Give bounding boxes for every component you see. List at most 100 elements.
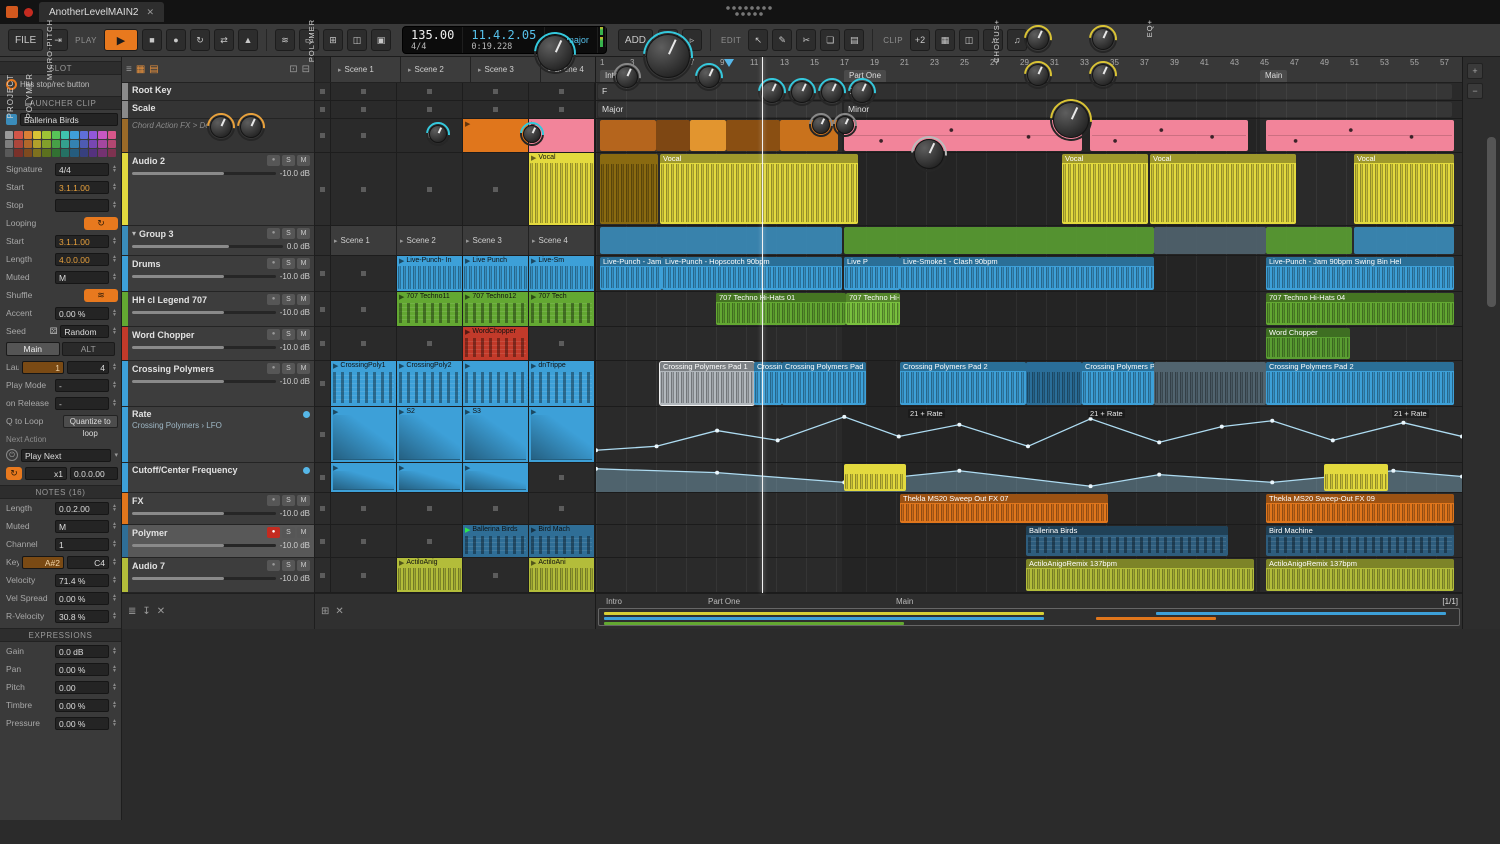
clip-play-icon[interactable]: ▶ <box>331 361 340 371</box>
volume-value[interactable]: -10.0 dB <box>280 509 310 518</box>
value-box[interactable]: - <box>55 379 109 392</box>
clip-slot[interactable]: ▶CrossingPoly1 <box>331 361 397 406</box>
clip-slot[interactable] <box>397 525 463 557</box>
automation-clip-label[interactable]: 21 + Rate <box>908 409 945 418</box>
arranger-clip[interactable] <box>1154 362 1266 405</box>
arm-button[interactable]: ● <box>267 294 280 305</box>
env-knob-a[interactable] <box>761 81 783 103</box>
clip-play-icon[interactable]: ▶ <box>463 256 472 266</box>
color-swatch[interactable] <box>98 140 106 148</box>
arranger-clip[interactable]: Ballerina Birds <box>1026 526 1228 556</box>
automation-param-name[interactable]: Crossing Polymers › LFO <box>132 421 310 430</box>
power-icon[interactable]: ⏻ <box>6 449 18 461</box>
duplicate-button[interactable]: ❏ <box>820 29 840 51</box>
clip-play-icon[interactable]: ▶ <box>463 361 472 371</box>
arranger-clip[interactable]: 707 Techno Hi-Hats 04 <box>1266 293 1454 325</box>
stop-button-cell[interactable] <box>315 525 331 557</box>
consolidate-button[interactable]: ▤ <box>844 29 864 51</box>
automation-point[interactable] <box>1270 480 1274 484</box>
clip-play-icon[interactable]: ▶ <box>397 256 406 266</box>
automation-curve[interactable] <box>596 407 1462 462</box>
value-box[interactable]: 4/4 <box>55 163 109 176</box>
next-action-row[interactable]: ⏻ Play Next ▾ <box>0 446 121 464</box>
clip-play-icon[interactable]: ▶ <box>397 292 406 302</box>
clip-slot[interactable]: ▶S3 <box>463 407 529 462</box>
arranger-clip[interactable] <box>1266 120 1454 151</box>
track-name[interactable]: Word Chopper <box>132 330 264 340</box>
automation-point[interactable] <box>1157 440 1161 444</box>
arranger-clip[interactable]: Thekla MS20 Sweep Out FX 07 <box>900 494 1108 523</box>
dice-icon[interactable]: ⚄ <box>50 326 58 337</box>
add-track-button[interactable]: ⊞ <box>323 29 343 51</box>
automation-clip-label[interactable]: 21 + Rate <box>1392 409 1429 418</box>
arranger-clip[interactable]: Live-Smoke1 - Clash 90bpm <box>900 257 1154 290</box>
filter-cutoff-knob[interactable] <box>646 34 690 78</box>
automation-point[interactable] <box>1026 444 1030 448</box>
clip-slot[interactable] <box>463 153 529 225</box>
clip-play-icon[interactable]: ▶ <box>397 463 406 473</box>
solo-button[interactable]: S <box>282 329 295 340</box>
arranger-clip[interactable]: Word Chopper <box>1266 328 1350 359</box>
stop-all-cell[interactable] <box>315 57 331 82</box>
stop-button-cell[interactable] <box>315 493 331 524</box>
automation-point[interactable] <box>957 423 961 427</box>
volume-slider[interactable] <box>132 172 276 175</box>
clip-slot[interactable] <box>463 558 529 592</box>
action-offset-field[interactable]: 0.0.0.00 <box>70 467 118 480</box>
clip-play-icon[interactable]: ▶ <box>331 407 340 417</box>
loop-toggle[interactable]: ↻ <box>190 29 210 51</box>
track-header[interactable]: Audio 7●SM-10.0 dB <box>122 558 314 593</box>
scene-play-icon[interactable]: ▸ <box>478 66 482 74</box>
arranger-clip[interactable]: Vocal <box>1150 154 1296 224</box>
scene-header[interactable]: ▸Scene 2 <box>405 57 471 82</box>
clip-slot[interactable] <box>331 525 397 557</box>
env-knob-r[interactable] <box>851 81 873 103</box>
mute-button[interactable]: M <box>297 329 310 340</box>
stepper[interactable]: ▲▼ <box>112 683 118 691</box>
stepper[interactable]: ▲▼ <box>112 255 118 263</box>
automation-point[interactable] <box>1391 469 1395 473</box>
scene-name[interactable]: Scene 3 <box>485 65 514 74</box>
scene-play-icon[interactable]: ▸ <box>532 237 536 245</box>
mute-button[interactable]: M <box>297 294 310 305</box>
dual-view-toggle[interactable]: ◫ <box>347 29 367 51</box>
stop-button-cell[interactable] <box>315 558 331 592</box>
file-menu-button[interactable]: FILE <box>8 29 43 51</box>
clip-slot[interactable] <box>331 119 397 152</box>
volume-value[interactable]: -10.0 dB <box>280 169 310 178</box>
volume-slider[interactable] <box>132 380 276 383</box>
track-header[interactable]: Audio 2●SM-10.0 dB <box>122 153 314 226</box>
repeat-icon[interactable]: ↻ <box>6 467 22 480</box>
arm-button[interactable]: ● <box>267 363 280 374</box>
automation-point[interactable] <box>957 469 961 473</box>
stepper[interactable]: ▲▼ <box>112 576 118 584</box>
track-name[interactable]: Drums <box>132 259 264 269</box>
glide-knob[interactable] <box>836 116 854 134</box>
stepper[interactable]: ▲▼ <box>112 522 118 530</box>
clip-slot[interactable]: ▶Vocal <box>529 153 595 225</box>
arranger-clip[interactable]: Thekla MS20 Sweep-Out FX 09 <box>1266 494 1454 523</box>
clip-slot[interactable]: ▶707 Techno12 <box>463 292 529 326</box>
song-time-value[interactable]: 0:19.228 <box>471 42 536 52</box>
zoom-out-icon[interactable]: − <box>1467 83 1483 99</box>
color-swatch[interactable] <box>70 131 78 139</box>
clip-slot[interactable]: ▶ <box>331 407 397 462</box>
wavetable-index-knob[interactable] <box>537 35 573 71</box>
color-swatch[interactable] <box>80 131 88 139</box>
clip-slot[interactable]: ▶ <box>397 463 463 492</box>
scene-name[interactable]: Scene 1 <box>345 65 374 74</box>
quantize-button[interactable]: ▦ <box>935 29 955 51</box>
value-box[interactable]: 0.0 dB <box>55 645 109 658</box>
large-grid-view-icon[interactable]: ▤ <box>149 64 158 75</box>
stepper[interactable]: ▲▼ <box>112 665 118 673</box>
scene-play-icon[interactable]: ▸ <box>338 66 342 74</box>
mute-button[interactable]: M <box>297 363 310 374</box>
clip-slot[interactable]: ▶CrossingPoly2 <box>397 361 463 406</box>
stepper[interactable]: ▲▼ <box>112 540 118 548</box>
value-box[interactable]: 0.00 % <box>55 592 109 605</box>
minimap-view-frame[interactable] <box>598 608 1460 626</box>
track-header[interactable]: Drums●SM-10.0 dB <box>122 256 314 292</box>
stop-button-cell[interactable] <box>315 407 331 462</box>
clip-play-icon[interactable]: ▶ <box>529 558 538 568</box>
automation-point[interactable] <box>1157 473 1161 477</box>
